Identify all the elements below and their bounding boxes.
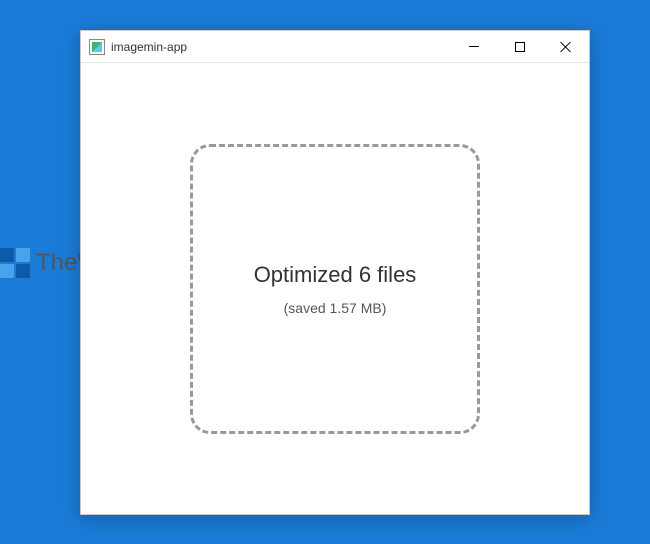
- maximize-icon: [515, 42, 525, 52]
- app-window: imagemin-app Optimized 6 files (saved 1.…: [80, 30, 590, 515]
- app-icon: [89, 39, 105, 55]
- app-title: imagemin-app: [111, 40, 187, 54]
- result-saved: (saved 1.57 MB): [284, 300, 387, 316]
- titlebar-left: imagemin-app: [89, 39, 187, 55]
- minimize-icon: [469, 46, 479, 47]
- watermark-logo-icon: [0, 248, 32, 278]
- maximize-button[interactable]: [497, 31, 543, 62]
- result-title: Optimized 6 files: [254, 262, 417, 288]
- close-button[interactable]: [543, 31, 589, 62]
- close-icon: [560, 41, 572, 53]
- dropzone[interactable]: Optimized 6 files (saved 1.57 MB): [190, 144, 480, 434]
- desktop-background: TheWindowsClub imagemin-app O: [0, 0, 650, 544]
- window-content: Optimized 6 files (saved 1.57 MB): [81, 63, 589, 514]
- titlebar[interactable]: imagemin-app: [81, 31, 589, 63]
- titlebar-controls: [451, 31, 589, 62]
- minimize-button[interactable]: [451, 31, 497, 62]
